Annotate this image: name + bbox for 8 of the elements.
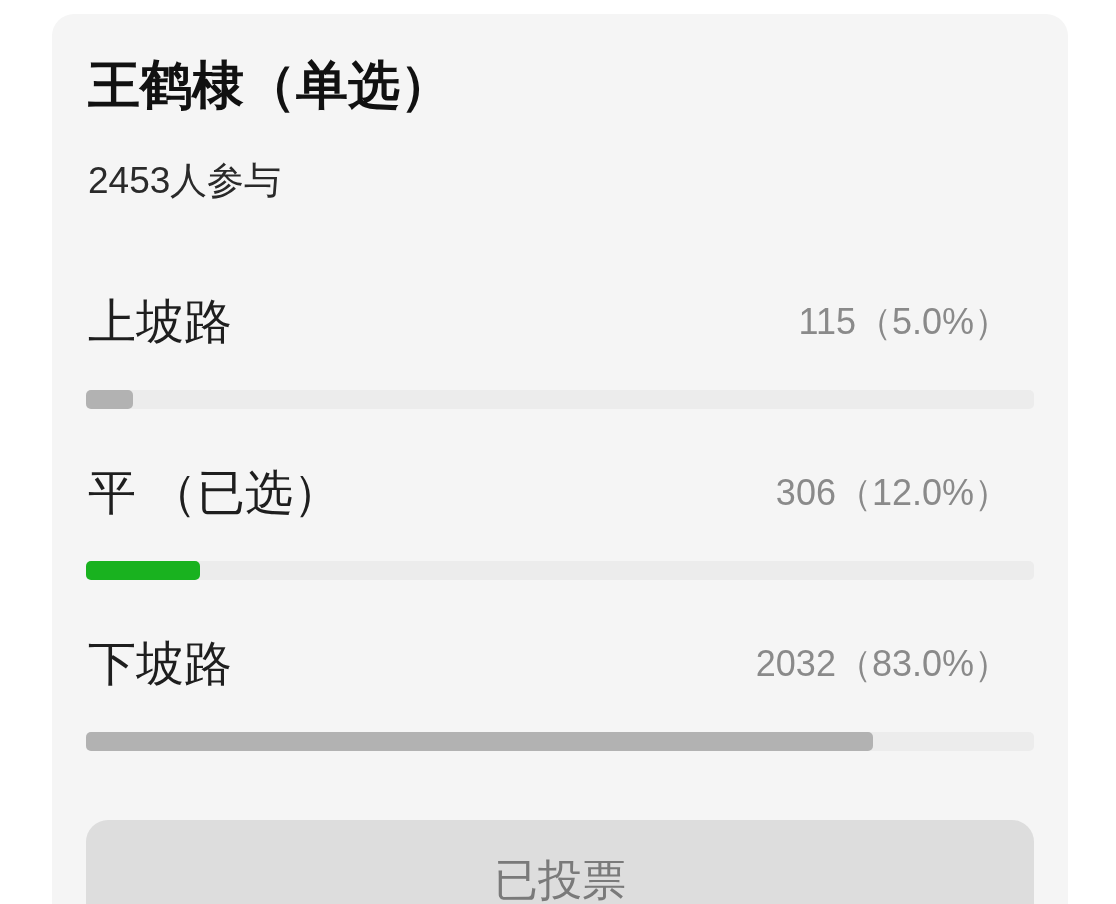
poll-title: 王鹤棣（单选） <box>87 59 452 111</box>
option-label: 上坡路 <box>87 298 232 346</box>
option-label: 平 （已选） <box>87 469 342 517</box>
vote-count: 306（12.0%） <box>775 475 1010 511</box>
participant-count: 2453人参与 <box>87 162 282 199</box>
vote-count: 115（5.0%） <box>798 304 1010 340</box>
option-label: 下坡路 <box>87 640 232 688</box>
vote-count: 2032（83.0%） <box>755 646 1010 682</box>
